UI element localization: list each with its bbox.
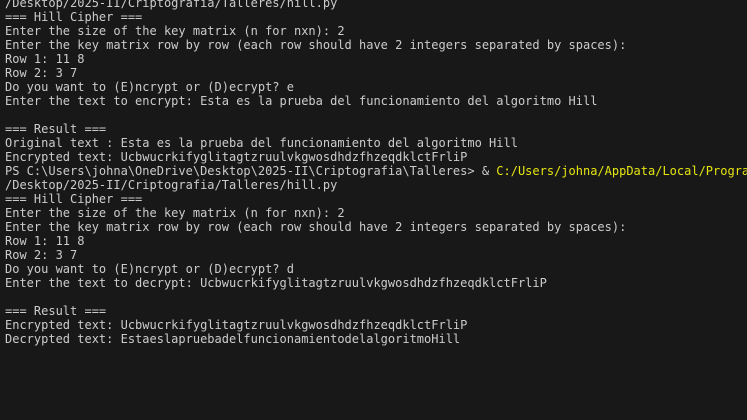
terminal-line: Decrypted text: Estaeslapruebadelfuncion… bbox=[5, 332, 461, 346]
terminal-output[interactable]: /Desktop/2025-II/Criptografia/Talleres/h… bbox=[0, 0, 747, 420]
terminal-prompt: PS C:\Users\johna\OneDrive\Desktop\2025-… bbox=[5, 164, 475, 178]
call-operator: & bbox=[474, 164, 490, 178]
command-path: C:/Users/johna/AppData/Local/Programs/ bbox=[489, 164, 747, 178]
